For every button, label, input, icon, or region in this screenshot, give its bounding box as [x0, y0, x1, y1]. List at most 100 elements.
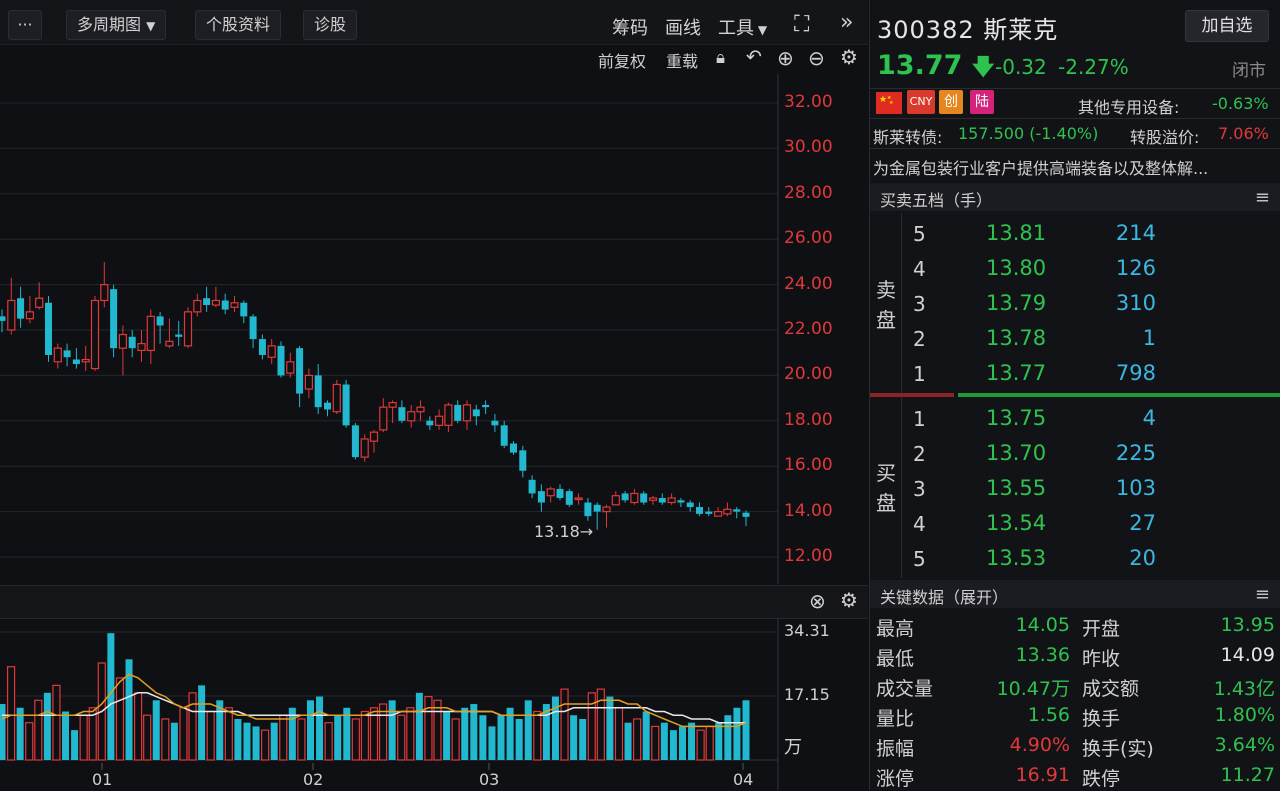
key-data-value: 1.80%: [1214, 704, 1275, 726]
key-data-label: 换手(实): [1082, 738, 1154, 760]
gear-icon[interactable]: ⚙: [840, 588, 858, 612]
lock-icon[interactable]: 🔒︎: [716, 48, 725, 68]
draw-line-button[interactable]: 画线: [665, 14, 701, 40]
candlestick-chart[interactable]: [0, 74, 868, 584]
buy-level-price[interactable]: 13.55: [986, 476, 1046, 500]
sell-level-index: 2: [913, 327, 926, 351]
caret-down-icon: ▼: [754, 23, 768, 37]
zoom-in-icon[interactable]: ⊕: [777, 46, 794, 70]
candle: [454, 400, 462, 424]
close-icon[interactable]: ⊗: [809, 589, 826, 613]
reload-button[interactable]: 重载: [666, 48, 698, 72]
volume-panel-header: [0, 585, 868, 619]
buy-level-price[interactable]: 13.53: [986, 546, 1046, 570]
caret-down-icon: ▼: [146, 19, 156, 33]
sell-level-price[interactable]: 13.79: [986, 291, 1046, 315]
conversion-premium-value: 7.06%: [1218, 124, 1269, 143]
sell-level-price[interactable]: 13.78: [986, 326, 1046, 350]
candle: [713, 507, 723, 517]
volume-bar: [397, 714, 406, 761]
gear-icon[interactable]: ⚙: [840, 45, 858, 69]
volume-bar: [234, 718, 242, 760]
volume-bar: [270, 722, 278, 760]
volume-bar: [515, 718, 523, 760]
volume-bar: [705, 725, 714, 761]
undo-icon[interactable]: ↶: [746, 46, 762, 68]
add-to-watchlist-button[interactable]: 加自选: [1185, 10, 1269, 42]
candle: [332, 379, 341, 414]
volume-bar: [406, 707, 415, 761]
key-data-value: 13.36: [1015, 644, 1070, 666]
volume-bar: [470, 704, 478, 760]
candle: [723, 502, 732, 517]
key-data-value: 1.43亿: [1213, 678, 1275, 700]
volume-chart[interactable]: [0, 618, 868, 790]
candle: [175, 320, 183, 346]
candle: [128, 330, 136, 358]
candle: [118, 325, 128, 376]
sell-side-label: 卖盘: [876, 278, 896, 332]
candle: [249, 314, 257, 349]
volume-bar: [696, 729, 705, 761]
arrow-down-icon: 🡇: [971, 55, 995, 80]
sell-level-volume: 310: [1115, 291, 1156, 315]
sell-level-price[interactable]: 13.80: [986, 256, 1046, 280]
sell-level-price[interactable]: 13.81: [986, 221, 1046, 245]
menu-icon[interactable]: ≡: [1255, 584, 1270, 605]
expand-icon[interactable]: ⛶: [794, 12, 809, 37]
zoom-out-icon[interactable]: ⊖: [808, 46, 825, 70]
candle: [63, 343, 71, 367]
more-menu-button[interactable]: ···: [8, 10, 42, 40]
diagnose-button[interactable]: 诊股: [303, 10, 358, 40]
key-data-label: 量比: [876, 708, 915, 730]
candle: [686, 500, 694, 512]
chips-button[interactable]: 筹码: [612, 14, 648, 40]
industry-label[interactable]: 其他专用设备:: [1078, 94, 1179, 118]
candle: [53, 343, 62, 369]
price-change: -0.32: [995, 55, 1047, 79]
buy-level-price[interactable]: 13.70: [986, 441, 1046, 465]
candle: [165, 318, 174, 349]
key-data-header[interactable]: 关键数据（展开） ≡: [870, 580, 1280, 608]
candle: [510, 441, 517, 455]
volume-bar: [170, 722, 178, 760]
key-data-title: 关键数据（展开）: [880, 588, 1009, 607]
month-tick: 04: [733, 770, 754, 789]
convertible-bond-value[interactable]: 157.500 (-1.40%): [958, 124, 1098, 143]
candle: [621, 491, 629, 503]
candle: [72, 348, 80, 369]
volume-bar: [533, 710, 542, 761]
volume-bar: [6, 666, 16, 761]
candle: [35, 282, 44, 310]
adjust-mode-button[interactable]: 前复权: [598, 48, 646, 72]
buy-level-index: 2: [913, 442, 926, 466]
double-chevron-right-icon[interactable]: »: [840, 10, 853, 35]
sell-level-price[interactable]: 13.77: [986, 361, 1046, 385]
tools-dropdown[interactable]: 工具 ▼: [718, 14, 767, 40]
buy-level-index: 3: [913, 477, 926, 501]
volume-bar: [79, 714, 88, 761]
volume-bar: [115, 677, 125, 761]
buy-level-price[interactable]: 13.54: [986, 511, 1046, 535]
volume-bar: [297, 718, 306, 761]
volume-bar: [71, 730, 79, 760]
buy-level-price[interactable]: 13.75: [986, 406, 1046, 430]
price-axis-tick: 30.00: [784, 137, 833, 158]
candle: [258, 334, 266, 360]
company-description[interactable]: 为金属包装行业客户提供高端装备以及整体解...: [873, 155, 1208, 179]
stock-profile-button[interactable]: 个股资料: [195, 10, 282, 40]
volume-bar: [570, 715, 578, 760]
gem-board-tag: 创: [939, 90, 963, 114]
volume-bar: [488, 726, 496, 760]
buy-level-volume: 225: [1115, 441, 1156, 465]
volume-bar: [733, 707, 741, 760]
candle: [17, 286, 25, 328]
month-tick: 02: [303, 770, 324, 789]
price-axis-tick: 22.00: [784, 319, 833, 339]
multi-period-dropdown[interactable]: 多周期图 ▼: [66, 10, 167, 40]
volume-bar: [461, 707, 469, 760]
last-price-value: 13.77: [877, 50, 963, 81]
candle: [193, 293, 202, 317]
menu-icon[interactable]: ≡: [1255, 187, 1270, 208]
orderbook-header[interactable]: 买卖五档（手） ≡: [870, 183, 1280, 211]
